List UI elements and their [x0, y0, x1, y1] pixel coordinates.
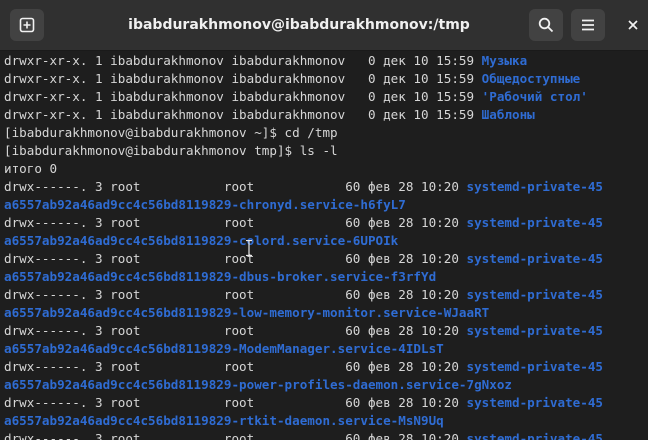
terminal-line: drwx------. 3 root root 60 фев 28 10:20 … [4, 322, 603, 340]
directory-name: a6557ab92a46ad9cc4c56bd8119829-chronyd.s… [4, 197, 406, 212]
directory-name: systemd-private-45 [466, 179, 603, 194]
terminal-line-text: drwxr-xr-x. 1 ibabdurakhmonov ibabdurakh… [4, 71, 482, 86]
directory-name: systemd-private-45 [466, 215, 603, 230]
terminal-line-text: drwx------. 3 root root 60 фев 28 10:20 [4, 323, 467, 338]
hamburger-menu-icon [582, 19, 594, 31]
terminal-line: drwx------. 3 root root 60 фев 28 10:20 … [4, 250, 603, 268]
terminal-line-text: drwx------. 3 root root 60 фев 28 10:20 [4, 395, 467, 410]
terminal-line: drwx------. 3 root root 60 фев 28 10:20 … [4, 286, 603, 304]
close-icon [628, 20, 638, 30]
terminal-line-text: [ibabdurakhmonov@ibabdurakhmonov ~]$ cd … [4, 125, 338, 140]
directory-name: Общедоступные [481, 71, 581, 86]
search-button[interactable] [529, 9, 563, 41]
directory-name: a6557ab92a46ad9cc4c56bd8119829-colord.se… [4, 233, 399, 248]
terminal-line: drwxr-xr-x. 1 ibabdurakhmonov ibabdurakh… [4, 106, 535, 124]
close-button[interactable] [618, 9, 648, 41]
terminal-line-text: итого 0 [4, 161, 58, 176]
terminal-line: [ibabdurakhmonov@ibabdurakhmonov ~]$ cd … [4, 124, 338, 142]
terminal-line: [ibabdurakhmonov@ibabdurakhmonov tmp]$ l… [4, 142, 338, 160]
terminal-output[interactable]: drwxr-xr-x. 1 ibabdurakhmonov ibabdurakh… [0, 51, 648, 440]
terminal-line: a6557ab92a46ad9cc4c56bd8119829-low-memor… [4, 304, 489, 322]
directory-name: systemd-private-45 [466, 251, 603, 266]
directory-name: 'Рабочий стол' [481, 89, 588, 104]
terminal-line: a6557ab92a46ad9cc4c56bd8119829-ModemMana… [4, 340, 444, 358]
terminal-line: drwxr-xr-x. 1 ibabdurakhmonov ibabdurakh… [4, 88, 588, 106]
terminal-line: drwxr-xr-x. 1 ibabdurakhmonov ibabdurakh… [4, 52, 527, 70]
terminal-line: drwxr-xr-x. 1 ibabdurakhmonov ibabdurakh… [4, 70, 580, 88]
terminal-line-text: drwxr-xr-x. 1 ibabdurakhmonov ibabdurakh… [4, 53, 482, 68]
terminal-line-text: drwx------. 3 root root 60 фев 28 10:20 [4, 431, 467, 440]
directory-name: a6557ab92a46ad9cc4c56bd8119829-rtkit-dae… [4, 413, 444, 428]
terminal-line-text: drwx------. 3 root root 60 фев 28 10:20 [4, 251, 467, 266]
terminal-line: drwx------. 3 root root 60 фев 28 10:20 … [4, 178, 603, 196]
title-bar: ibabdurakhmonov@ibabdurakhmonov:/tmp [0, 0, 648, 51]
terminal-line-text: [ibabdurakhmonov@ibabdurakhmonov tmp]$ l… [4, 143, 338, 158]
terminal-line: a6557ab92a46ad9cc4c56bd8119829-dbus-brok… [4, 268, 436, 286]
terminal-line-text: drwx------. 3 root root 60 фев 28 10:20 [4, 179, 467, 194]
directory-name: Шаблоны [481, 107, 535, 122]
terminal-line-text: drwx------. 3 root root 60 фев 28 10:20 [4, 215, 467, 230]
terminal-line: a6557ab92a46ad9cc4c56bd8119829-power-pro… [4, 376, 512, 394]
window-title: ibabdurakhmonov@ibabdurakhmonov:/tmp [128, 17, 470, 33]
new-tab-icon [19, 17, 35, 33]
directory-name: a6557ab92a46ad9cc4c56bd8119829-dbus-brok… [4, 269, 437, 284]
directory-name: a6557ab92a46ad9cc4c56bd8119829-low-memor… [4, 305, 490, 320]
terminal-line: a6557ab92a46ad9cc4c56bd8119829-chronyd.s… [4, 196, 406, 214]
search-icon [538, 17, 554, 33]
directory-name: a6557ab92a46ad9cc4c56bd8119829-ModemMana… [4, 341, 444, 356]
directory-name: Музыка [481, 53, 528, 68]
terminal-window: ibabdurakhmonov@ibabdurakhmonov:/tmp drw… [0, 0, 648, 440]
directory-name: systemd-private-45 [466, 431, 603, 440]
terminal-line-text: drwxr-xr-x. 1 ibabdurakhmonov ibabdurakh… [4, 89, 482, 104]
terminal-line: drwx------. 3 root root 60 фев 28 10:20 … [4, 394, 603, 412]
terminal-line: итого 0 [4, 160, 57, 178]
terminal-line: drwx------. 3 root root 60 фев 28 10:20 … [4, 358, 603, 376]
terminal-line: a6557ab92a46ad9cc4c56bd8119829-colord.se… [4, 232, 398, 250]
menu-button[interactable] [571, 9, 605, 41]
new-tab-button[interactable] [10, 9, 44, 41]
directory-name: a6557ab92a46ad9cc4c56bd8119829-power-pro… [4, 377, 512, 392]
terminal-line-text: drwx------. 3 root root 60 фев 28 10:20 [4, 359, 467, 374]
terminal-line-text: drwx------. 3 root root 60 фев 28 10:20 [4, 287, 467, 302]
terminal-line: drwx------. 3 root root 60 фев 28 10:20 … [4, 214, 603, 232]
directory-name: systemd-private-45 [466, 287, 603, 302]
directory-name: systemd-private-45 [466, 323, 603, 338]
terminal-line: drwx------. 3 root root 60 фев 28 10:20 … [4, 430, 603, 440]
text-cursor-icon [246, 240, 252, 256]
directory-name: systemd-private-45 [466, 359, 603, 374]
terminal-line-text: drwxr-xr-x. 1 ibabdurakhmonov ibabdurakh… [4, 107, 482, 122]
directory-name: systemd-private-45 [466, 395, 603, 410]
terminal-line: a6557ab92a46ad9cc4c56bd8119829-rtkit-dae… [4, 412, 444, 430]
